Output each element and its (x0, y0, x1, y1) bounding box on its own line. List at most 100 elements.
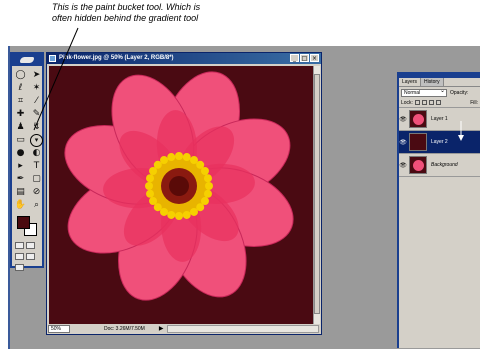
photoshop-doc-icon (49, 55, 56, 62)
layer-name: Background (431, 162, 458, 168)
quick-mask-button[interactable] (26, 242, 35, 249)
flower-stamen (200, 167, 209, 175)
crop-icon[interactable]: ⌗ (13, 95, 28, 107)
caption-line-1: This is the paint bucket tool. Which is (52, 2, 201, 12)
flower-stamen (146, 174, 155, 183)
lock-position-icon[interactable] (428, 100, 434, 105)
toolbox-panel: ◯ ➤ ℓ ✶ ⌗ ⁄ ✚ ✎ ♟ ↯ ▭ ▾ ● ◐ ▸ T ✒ ▢ ▤ ⊘ ✋ ⌕ (10, 52, 44, 271)
flower-stamen (175, 152, 183, 160)
document-title-bar[interactable]: Pink-flower.jpg @ 50% (Layer 2, RGB/8*) … (47, 53, 321, 64)
flower-stamen (182, 210, 191, 219)
hand-icon[interactable]: ✋ (13, 199, 28, 211)
layer-name: Layer 1 (431, 116, 448, 122)
color-swatches (12, 214, 42, 240)
layer-list: 👁 Layer 1 👁 Layer 2 👁 Background (399, 108, 480, 177)
fill-label: Fill: (470, 99, 478, 106)
tool-grid: ◯ ➤ ℓ ✶ ⌗ ⁄ ✚ ✎ ♟ ↯ ▭ ▾ ● ◐ ▸ T ✒ ▢ ▤ ⊘ ✋ ⌕ (12, 66, 44, 211)
flower-stamen (149, 197, 158, 205)
layer-thumbnail-flower (413, 114, 424, 125)
caption-line-2: often hidden behind the gradient tool (52, 13, 199, 23)
type-icon[interactable]: T (29, 160, 44, 172)
jump-to-buttons (12, 262, 42, 273)
minimize-icon[interactable]: _ (290, 54, 299, 62)
zoom-field[interactable]: 50% (48, 325, 70, 333)
layer-row[interactable]: 👁 Background (399, 154, 480, 177)
toolbox-header[interactable] (12, 54, 42, 66)
layer-thumbnail (409, 133, 427, 151)
blur-icon[interactable]: ● (13, 147, 28, 159)
paint-bucket-icon[interactable]: ▾ (29, 133, 44, 147)
flower-stamen (160, 156, 168, 165)
move-layer-arrow-icon (458, 121, 464, 141)
flower-stamen (167, 210, 176, 219)
healing-brush-icon[interactable]: ✚ (13, 108, 28, 120)
screen-mode-1-button[interactable] (15, 253, 24, 260)
flower-stamen (175, 212, 183, 220)
lock-all-icon[interactable] (435, 100, 441, 105)
clone-stamp-icon[interactable]: ♟ (13, 121, 28, 133)
eraser-icon[interactable]: ▭ (13, 134, 28, 146)
status-menu-arrow-icon[interactable]: ▶ (159, 324, 164, 334)
magic-wand-icon[interactable]: ✶ (29, 82, 44, 94)
screen-mode-buttons (12, 251, 42, 262)
close-icon[interactable]: × (310, 54, 319, 62)
zoom-icon[interactable]: ⌕ (29, 199, 44, 211)
layer-thumbnail-flower (413, 160, 424, 171)
screen-mode-2-button[interactable] (26, 253, 35, 260)
tab-layers[interactable]: Layers (399, 78, 422, 86)
quick-mask-buttons (12, 240, 42, 251)
document-size: Doc: 3.26M/7.50M (104, 326, 145, 332)
layer-thumbnail (409, 156, 427, 174)
vertical-scroll-thumb[interactable] (314, 74, 320, 314)
move-icon[interactable]: ➤ (29, 69, 44, 81)
lock-pixels-icon[interactable] (421, 100, 427, 105)
layer-thumbnail (409, 110, 427, 128)
dodge-icon[interactable]: ◐ (29, 147, 44, 159)
horizontal-scrollbar[interactable] (167, 325, 319, 333)
flower-stamen (203, 174, 212, 183)
paint-bucket-highlight-circle: ▾ (30, 133, 43, 147)
eyedropper-icon[interactable]: ⊘ (29, 186, 44, 198)
lock-row: Lock: Fill: (399, 98, 480, 108)
lock-label: Lock: (401, 99, 413, 106)
standard-mode-button[interactable] (15, 242, 24, 249)
screenshot-stage: This is the paint bucket tool. Which is … (0, 0, 480, 349)
layers-panel: Layers History Normal Opacity: Lock: Fil… (397, 72, 480, 348)
opacity-label: Opacity: (450, 89, 469, 96)
tab-history[interactable]: History (421, 78, 444, 86)
foreground-color-swatch[interactable] (17, 216, 30, 229)
path-selection-icon[interactable]: ▸ (13, 160, 28, 172)
window-controls: _ □ × (290, 54, 319, 62)
pen-icon[interactable]: ✒ (13, 173, 28, 185)
brush-icon[interactable]: ✎ (29, 108, 44, 120)
flower-image (64, 71, 294, 301)
flower-stamen (146, 189, 155, 198)
visibility-eye-icon[interactable]: 👁 (399, 162, 407, 169)
document-window: Pink-flower.jpg @ 50% (Layer 2, RGB/8*) … (46, 52, 322, 335)
image-canvas[interactable] (49, 66, 319, 324)
document-title: Pink-flower.jpg @ 50% (Layer 2, RGB/8*) (59, 55, 174, 61)
flower-center-core (169, 176, 189, 196)
blend-mode-select[interactable]: Normal (401, 88, 447, 97)
maximize-icon[interactable]: □ (300, 54, 309, 62)
shape-icon[interactable]: ▢ (29, 173, 44, 185)
layer-row[interactable]: 👁 Layer 1 (399, 108, 480, 131)
visibility-eye-icon[interactable]: 👁 (399, 139, 407, 146)
notes-icon[interactable]: ▤ (13, 186, 28, 198)
history-brush-icon[interactable]: ↯ (29, 121, 44, 133)
flower-stamen (145, 182, 153, 190)
jump-to-imageready-button[interactable] (15, 264, 24, 271)
visibility-eye-icon[interactable]: 👁 (399, 116, 407, 123)
slice-icon[interactable]: ⁄ (29, 95, 44, 107)
document-status-bar: 50% Doc: 3.26M/7.50M ▶ (47, 324, 321, 334)
layer-row[interactable]: 👁 Layer 2 (399, 131, 480, 154)
lock-transparency-icon[interactable] (414, 100, 420, 105)
marquee-icon[interactable]: ◯ (13, 69, 28, 81)
feather-logo-icon (20, 57, 34, 63)
layers-panel-tabs: Layers History (399, 78, 480, 87)
flower-stamen (205, 182, 213, 190)
blend-row: Normal Opacity: (399, 87, 480, 98)
vertical-scrollbar[interactable] (313, 66, 320, 324)
flower-stamen (203, 189, 212, 198)
lasso-icon[interactable]: ℓ (13, 82, 28, 94)
